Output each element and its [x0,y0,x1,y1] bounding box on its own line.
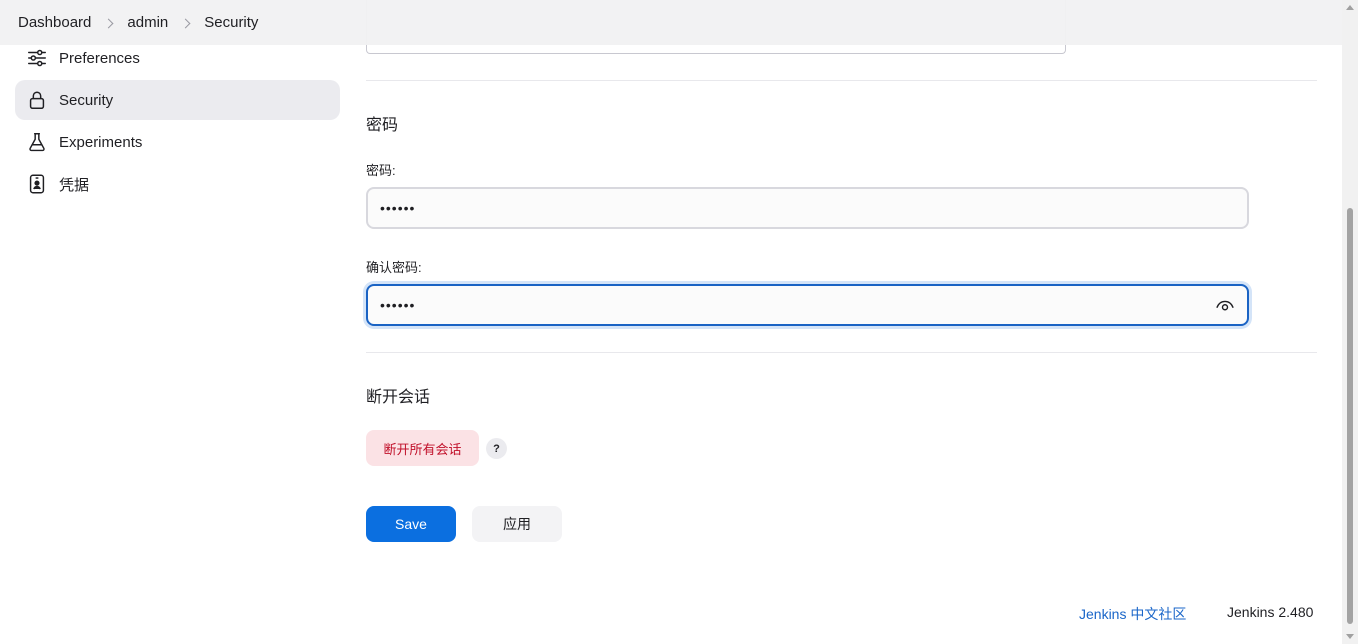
confirm-password-field[interactable] [366,284,1249,326]
sidebar-item-label: 凭据 [59,176,90,194]
confirm-password-label: 确认密码: [366,260,422,275]
lock-icon [25,88,49,112]
sessions-section-title: 断开会话 [366,389,431,406]
scroll-up-icon[interactable] [1346,5,1354,10]
breadcrumb: Dashboard admin Security [0,0,1342,45]
breadcrumb-security[interactable]: Security [204,14,258,31]
version-label[interactable]: Jenkins 2.480 [1227,604,1313,620]
id-badge-icon [25,172,49,196]
breadcrumb-dashboard[interactable]: Dashboard [18,14,91,31]
section-divider [366,352,1317,353]
chevron-right-icon [168,15,204,31]
sidebar-item-label: Experiments [59,133,143,151]
apply-button[interactable]: 应用 [472,506,562,542]
password-field[interactable] [366,187,1249,229]
save-button[interactable]: Save [366,506,456,542]
vertical-scrollbar[interactable] [1342,0,1358,644]
section-divider [366,80,1317,81]
password-label: 密码: [366,163,396,178]
sidebar-item-credentials[interactable]: 凭据 [15,164,340,204]
scroll-down-icon[interactable] [1346,634,1354,639]
scroll-thumb[interactable] [1347,208,1353,624]
sidebar-item-experiments[interactable]: Experiments [15,122,340,162]
flask-icon [25,130,49,154]
help-icon[interactable]: ? [486,438,507,459]
chevron-right-icon [91,15,127,31]
password-section-title: 密码 [366,117,399,134]
sidebar-item-security[interactable]: Security [15,80,340,120]
eye-icon[interactable] [1213,294,1237,318]
sidebar: Preferences Security Experiments 凭据 [15,38,340,206]
disconnect-all-sessions-button[interactable]: 断开所有会话 [366,430,479,466]
community-link[interactable]: Jenkins 中文社区 [1079,604,1186,624]
sidebar-item-label: Preferences [59,49,140,67]
sidebar-item-label: Security [59,91,114,109]
sliders-icon [25,46,49,70]
breadcrumb-admin[interactable]: admin [127,14,168,31]
